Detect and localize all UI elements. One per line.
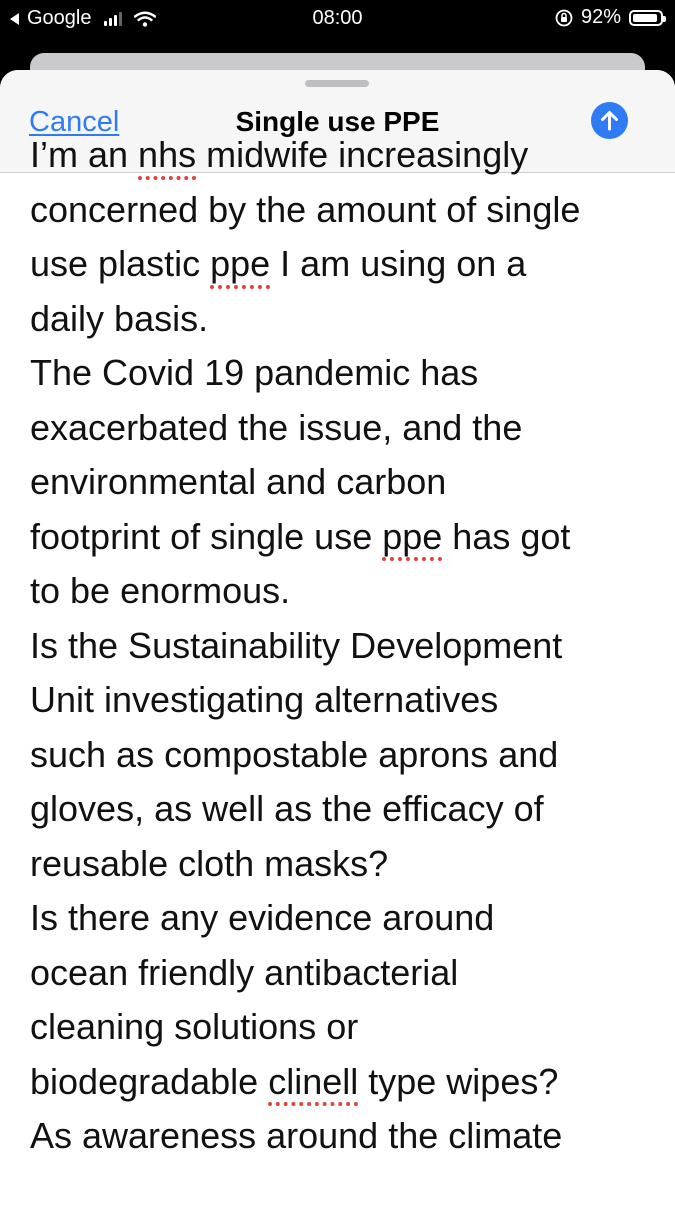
- text-line: footprint of single use ppe has got: [30, 510, 655, 565]
- sheet-grabber-handle[interactable]: [305, 80, 369, 87]
- text-segment: type wipes?: [358, 1060, 559, 1102]
- battery-level: [633, 13, 657, 22]
- text-segment: footprint of single use: [30, 515, 383, 557]
- text-segment: has got: [442, 515, 571, 557]
- text-segment: I am using on a: [270, 243, 527, 284]
- text-segment: environmental and carbon: [30, 461, 447, 502]
- text-line: daily basis.: [30, 292, 655, 347]
- text-segment: Unit investigating alternatives: [30, 679, 499, 720]
- text-line: Is there any evidence around: [30, 891, 655, 946]
- text-segment: reusable cloth masks?: [30, 842, 389, 884]
- text-segment: Is there any evidence around: [30, 897, 495, 938]
- text-line: exacerbated the issue, and the: [30, 401, 655, 456]
- text-segment: concerned by the amount of single: [30, 188, 581, 230]
- orientation-lock-icon: [555, 9, 573, 26]
- text-line: use plastic ppe I am using on a: [30, 237, 655, 292]
- text-segment: midwife increasingly: [196, 134, 529, 175]
- text-line: such as compostable aprons and: [30, 728, 655, 783]
- text-segment: I’m an: [30, 134, 139, 175]
- text-line: reusable cloth masks?: [30, 837, 655, 892]
- text-line: As awareness around the climate: [30, 1109, 655, 1164]
- misspelled-word[interactable]: nhs: [138, 134, 196, 175]
- text-segment: Is the Sustainability Development: [30, 624, 563, 666]
- text-segment: gloves, as well as the efficacy of: [30, 788, 544, 829]
- text-segment: daily basis.: [30, 297, 209, 339]
- misspelled-word[interactable]: clinell: [268, 1061, 358, 1102]
- text-line: biodegradable clinell type wipes?: [30, 1055, 655, 1110]
- text-line: Is the Sustainability Development: [30, 619, 655, 674]
- battery-percent: 92%: [580, 6, 621, 28]
- text-line: environmental and carbon: [30, 455, 655, 510]
- message-body-text[interactable]: I’m an nhs midwife increasingly concerned…: [30, 128, 655, 1164]
- status-right: 92%: [555, 6, 666, 29]
- text-segment: cleaning solutions or: [30, 1006, 359, 1047]
- text-line: I’m an nhs midwife increasingly: [30, 128, 655, 183]
- text-segment: to be enormous.: [30, 570, 291, 611]
- text-line: concerned by the amount of single: [30, 183, 655, 238]
- text-segment: biodegradable: [30, 1060, 269, 1102]
- text-line: to be enormous.: [30, 564, 655, 619]
- misspelled-word[interactable]: ppe: [210, 243, 270, 284]
- text-segment: As awareness around the climate: [30, 1115, 563, 1156]
- misspelled-word[interactable]: ppe: [382, 516, 442, 557]
- text-segment: use plastic: [30, 243, 211, 284]
- text-segment: such as compostable aprons and: [30, 733, 559, 775]
- text-line: Unit investigating alternatives: [30, 673, 655, 728]
- text-line: gloves, as well as the efficacy of: [30, 782, 655, 837]
- text-segment: exacerbated the issue, and the: [30, 406, 523, 448]
- text-segment: The Covid 19 pandemic has: [30, 352, 479, 393]
- text-line: The Covid 19 pandemic has: [30, 346, 655, 401]
- text-segment: ocean friendly antibacterial: [30, 951, 459, 993]
- text-line: ocean friendly antibacterial: [30, 946, 655, 1001]
- text-line: cleaning solutions or: [30, 1000, 655, 1055]
- battery-icon: [629, 9, 666, 26]
- status-bar: Google 08:00 92%: [0, 0, 675, 38]
